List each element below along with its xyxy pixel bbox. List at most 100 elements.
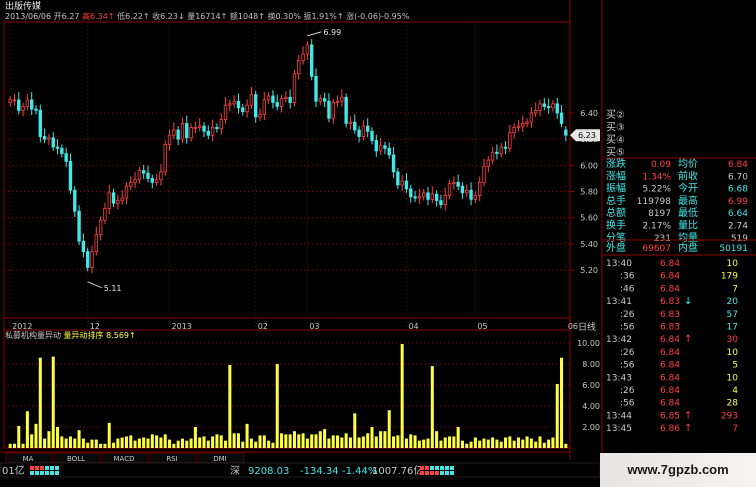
volume-bar[interactable] <box>236 433 240 448</box>
candle-body[interactable] <box>353 121 357 131</box>
volume-bar[interactable] <box>486 439 490 448</box>
candle-body[interactable] <box>473 195 478 200</box>
volume-bar[interactable] <box>417 440 421 448</box>
candle-body[interactable] <box>150 178 154 183</box>
candle-body[interactable] <box>133 179 137 183</box>
candle-body[interactable] <box>396 171 400 186</box>
candle-body[interactable] <box>73 189 77 212</box>
volume-bar[interactable] <box>305 438 309 448</box>
candle-body[interactable] <box>81 240 86 253</box>
volume-bar[interactable] <box>357 437 361 449</box>
candle-body[interactable] <box>86 251 90 268</box>
candle-body[interactable] <box>154 179 159 183</box>
volume-bar[interactable] <box>560 357 564 448</box>
volume-bar[interactable] <box>258 435 262 448</box>
volume-bar[interactable] <box>452 436 456 448</box>
volume-bar[interactable] <box>25 411 29 448</box>
candle-body[interactable] <box>21 106 25 111</box>
volume-bar[interactable] <box>193 427 197 448</box>
candle-body[interactable] <box>25 99 30 107</box>
volume-bar[interactable] <box>172 443 176 448</box>
volume-bar[interactable] <box>116 438 120 448</box>
candle-body[interactable] <box>348 121 353 124</box>
volume-bar[interactable] <box>90 439 94 448</box>
candle-body[interactable] <box>340 96 344 102</box>
candle-body[interactable] <box>12 99 17 102</box>
volume-bar[interactable] <box>508 436 512 448</box>
volume-bar[interactable] <box>228 365 232 448</box>
candle-body[interactable] <box>335 100 340 103</box>
candle-body[interactable] <box>508 132 512 149</box>
candle-body[interactable] <box>460 185 465 194</box>
volume-bar[interactable] <box>12 443 16 448</box>
candle-body[interactable] <box>185 123 189 139</box>
volume-bar[interactable] <box>456 427 460 448</box>
volume-bar[interactable] <box>521 439 525 448</box>
volume-bar[interactable] <box>112 442 116 448</box>
volume-bar[interactable] <box>301 433 305 448</box>
volume-bar[interactable] <box>318 431 322 448</box>
volume-bar[interactable] <box>17 425 21 448</box>
volume-bar[interactable] <box>344 433 348 448</box>
candle-body[interactable] <box>486 159 490 168</box>
candle-body[interactable] <box>564 129 568 136</box>
candle-body[interactable] <box>301 53 305 62</box>
volume-bar[interactable] <box>219 435 223 448</box>
candle-body[interactable] <box>163 143 167 173</box>
candle-body[interactable] <box>370 130 374 141</box>
candle-body[interactable] <box>477 181 482 196</box>
candle-body[interactable] <box>482 166 486 183</box>
volume-bar[interactable] <box>439 440 443 448</box>
candle-body[interactable] <box>94 234 98 253</box>
candle-body[interactable] <box>29 99 34 110</box>
candle-body[interactable] <box>120 197 124 202</box>
candle-body[interactable] <box>559 112 564 124</box>
volume-bar[interactable] <box>180 438 184 448</box>
volume-bar[interactable] <box>310 434 314 448</box>
volume-bar[interactable] <box>198 437 202 449</box>
candle-body[interactable] <box>452 181 456 185</box>
volume-bar[interactable] <box>331 435 335 448</box>
candle-body[interactable] <box>327 100 331 119</box>
volume-bar[interactable] <box>404 438 408 448</box>
volume-bar[interactable] <box>94 439 98 448</box>
candlestick-chart[interactable] <box>8 31 600 289</box>
volume-bar[interactable] <box>60 436 64 448</box>
candle-body[interactable] <box>555 103 559 114</box>
candle-body[interactable] <box>236 100 241 109</box>
volume-bar[interactable] <box>47 431 51 448</box>
candle-body[interactable] <box>534 109 538 114</box>
candle-body[interactable] <box>38 109 42 137</box>
candle-body[interactable] <box>55 146 60 149</box>
candle-body[interactable] <box>51 137 55 148</box>
volume-bar[interactable] <box>275 364 279 448</box>
indicator-tab-label[interactable]: MACD <box>114 455 135 463</box>
candle-body[interactable] <box>197 125 202 128</box>
candle-body[interactable] <box>383 145 387 149</box>
volume-bar[interactable] <box>555 383 559 448</box>
volume-bar[interactable] <box>133 440 137 448</box>
volume-bar[interactable] <box>348 437 352 449</box>
candle-body[interactable] <box>107 192 111 209</box>
candle-body[interactable] <box>443 195 447 205</box>
candle-body[interactable] <box>365 125 370 132</box>
volume-bar[interactable] <box>400 344 404 448</box>
volume-bar[interactable] <box>383 431 387 448</box>
candle-body[interactable] <box>525 121 529 124</box>
candle-body[interactable] <box>219 119 223 130</box>
candle-body[interactable] <box>516 125 521 128</box>
candle-body[interactable] <box>68 161 73 191</box>
candle-body[interactable] <box>551 103 555 109</box>
candle-body[interactable] <box>202 125 206 132</box>
volume-bar[interactable] <box>426 438 430 448</box>
volume-bar[interactable] <box>155 435 159 448</box>
candle-body[interactable] <box>228 103 232 106</box>
volume-bar[interactable] <box>448 436 452 448</box>
volume-bar[interactable] <box>56 427 60 448</box>
candle-body[interactable] <box>309 44 314 77</box>
candle-body[interactable] <box>137 170 142 181</box>
volume-bar[interactable] <box>86 442 90 448</box>
candle-body[interactable] <box>180 123 185 140</box>
volume-bar[interactable] <box>142 437 146 449</box>
volume-bar[interactable] <box>245 423 249 448</box>
